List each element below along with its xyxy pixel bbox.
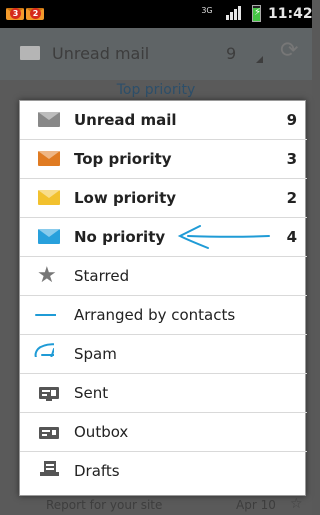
menu-item-label: Sent [74, 384, 109, 402]
arrow-annotation-icon [35, 314, 56, 316]
refresh-icon[interactable]: ⟳ [280, 40, 298, 62]
menu-item-sent[interactable]: Sent [20, 374, 307, 413]
email-notification-icon[interactable]: 3 [6, 6, 24, 20]
drafts-icon [40, 461, 59, 476]
menu-item-count: 4 [286, 228, 297, 246]
dropdown-caret-icon[interactable] [256, 56, 263, 63]
battery-icon: ⚡ [252, 5, 261, 22]
menu-item-label: Spam [74, 345, 117, 363]
spam-annotation-icon [34, 343, 54, 357]
star-icon: ★ [37, 263, 57, 288]
menu-item-label: Top priority [74, 150, 172, 168]
clock: 11:42 [268, 6, 313, 22]
message-date: Apr 10 [236, 498, 276, 512]
network-type-indicator: 3G [201, 6, 213, 15]
menu-item-starred[interactable]: ★ Starred [20, 257, 307, 296]
arrow-annotation-icon [177, 225, 270, 249]
menu-item-arranged-by-contacts[interactable]: Arranged by contacts [20, 296, 307, 335]
menu-item-label: Unread mail [74, 111, 177, 129]
menu-item-label: Arranged by contacts [74, 306, 236, 324]
star-icon[interactable]: ☆ [290, 496, 303, 512]
notification-badge: 3 [10, 8, 21, 19]
folder-title[interactable]: Unread mail [52, 44, 149, 63]
mail-icon [20, 46, 40, 60]
folder-count: 9 [226, 44, 237, 63]
sent-icon [39, 387, 59, 401]
menu-item-unread-mail[interactable]: Unread mail 9 [20, 101, 307, 140]
menu-item-label: Low priority [74, 189, 177, 207]
mail-icon [38, 190, 60, 206]
menu-item-count: 2 [286, 189, 297, 207]
gmail-notification-icon[interactable]: 2 [26, 6, 44, 20]
mail-icon [38, 229, 60, 245]
mail-icon [38, 112, 60, 128]
menu-item-count: 3 [286, 150, 297, 168]
list-item[interactable]: Report for your site Apr 10 ☆ [0, 496, 312, 515]
section-header: Top priority [116, 82, 196, 98]
menu-item-low-priority[interactable]: Low priority 2 [20, 179, 307, 218]
signal-icon [226, 6, 242, 20]
menu-item-outbox[interactable]: Outbox [20, 413, 307, 452]
menu-item-label: No priority [74, 228, 166, 246]
folder-menu: Unread mail 9 Top priority 3 Low priorit… [19, 100, 307, 496]
menu-item-no-priority[interactable]: No priority 4 [20, 218, 307, 257]
menu-item-top-priority[interactable]: Top priority 3 [20, 140, 307, 179]
mail-icon [38, 151, 60, 167]
menu-item-label: Drafts [74, 462, 120, 480]
notification-badge: 2 [30, 8, 41, 19]
status-bar: 3 2 3G ⚡ 11:42 [0, 0, 313, 28]
menu-item-spam[interactable]: Spam [20, 335, 307, 374]
app-header: Unread mail 9 ⟳ [0, 28, 312, 80]
outbox-icon [39, 427, 59, 439]
menu-item-label: Starred [74, 267, 130, 285]
menu-item-drafts[interactable]: Drafts [20, 452, 307, 491]
menu-item-count: 9 [286, 111, 297, 129]
menu-item-label: Outbox [74, 423, 129, 441]
message-subject: Report for your site [46, 498, 163, 512]
